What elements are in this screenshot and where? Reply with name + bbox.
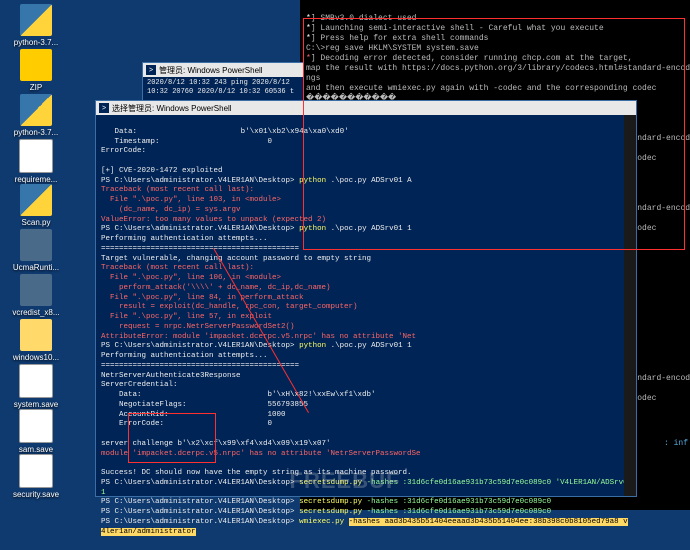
window-title: 选择管理员: Windows PowerShell xyxy=(112,103,232,114)
desktop-icon-python37[interactable]: python-3.7... xyxy=(6,94,66,137)
icon-label: vcredist_x8... xyxy=(6,308,66,317)
exe-icon xyxy=(20,274,52,306)
folder-icon xyxy=(20,319,52,351)
py-icon xyxy=(20,184,52,216)
powershell-icon: > xyxy=(99,103,109,113)
powershell-window-back[interactable]: > 管理员: Windows PowerShell 2020/8/12 10:3… xyxy=(142,62,304,102)
desktop-icon-python37[interactable]: python-3.7... xyxy=(6,4,66,47)
powershell-window-main[interactable]: > 选择管理员: Windows PowerShell Data: b'\x01… xyxy=(95,100,637,497)
icon-label: Scan.py xyxy=(6,218,66,227)
desktop-icon-securitysave[interactable]: security.save xyxy=(6,454,66,499)
desktop-icon-windows10[interactable]: windows10... xyxy=(6,319,66,362)
icon-label: UcmaRunti... xyxy=(6,263,66,272)
desktop: python-3.7... ZIP python-3.7... requireme..… xyxy=(0,0,690,502)
icon-label: windows10... xyxy=(6,353,66,362)
file-icon xyxy=(19,409,53,443)
zip-icon xyxy=(20,49,52,81)
icon-label: requireme... xyxy=(6,175,66,184)
file-icon xyxy=(19,454,53,488)
scrollbar[interactable] xyxy=(624,115,636,496)
terminal-body: 2020/8/12 10:32 243 ping 2020/8/12 10:32… xyxy=(143,77,303,99)
file-icon xyxy=(19,364,53,398)
file-icon xyxy=(19,139,53,173)
desktop-icon-scanpy[interactable]: Scan.py xyxy=(6,184,66,227)
icon-label: sam.save xyxy=(6,445,66,454)
py-icon xyxy=(20,94,52,126)
info-label: : inf xyxy=(664,439,688,448)
desktop-icon-vcredistx8[interactable]: vcredist_x8... xyxy=(6,274,66,317)
desktop-icon-samsave[interactable]: sam.save xyxy=(6,409,66,454)
desktop-icon-ucmarunti[interactable]: UcmaRunti... xyxy=(6,229,66,272)
desktop-icon-zip[interactable]: ZIP xyxy=(6,49,66,92)
exe-icon xyxy=(20,229,52,261)
titlebar[interactable]: > 选择管理员: Windows PowerShell xyxy=(96,101,636,115)
terminal-body[interactable]: Data: b'\x01\xb2\x94a\xa0\xd0' Timestamp… xyxy=(96,115,636,550)
icon-label: python-3.7... xyxy=(6,128,66,137)
desktop-icon-systemsave[interactable]: system.save xyxy=(6,364,66,409)
icon-label: system.save xyxy=(6,400,66,409)
powershell-icon: > xyxy=(146,65,156,75)
desktop-icon-requireme[interactable]: requireme... xyxy=(6,139,66,184)
icon-label: ZIP xyxy=(6,83,66,92)
py-icon xyxy=(20,4,52,36)
window-title: 管理员: Windows PowerShell xyxy=(159,65,263,76)
icon-label: python-3.7... xyxy=(6,38,66,47)
titlebar[interactable]: > 管理员: Windows PowerShell xyxy=(143,63,303,77)
icon-label: security.save xyxy=(6,490,66,499)
